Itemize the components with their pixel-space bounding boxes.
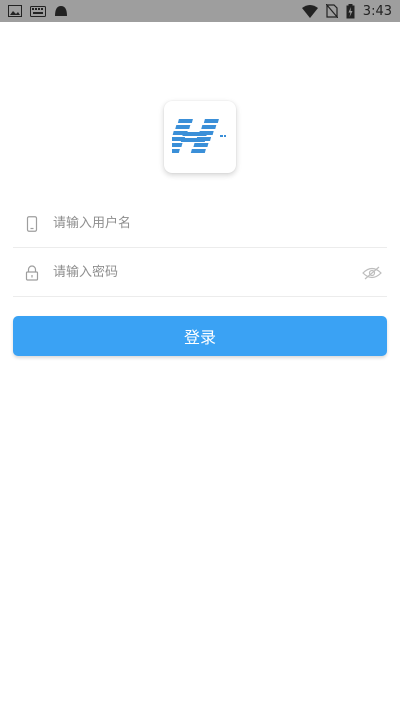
keyboard-icon — [30, 5, 46, 17]
password-row — [13, 249, 387, 297]
battery-charging-icon — [346, 3, 355, 19]
app-logo — [164, 101, 236, 173]
password-input[interactable] — [51, 257, 357, 288]
username-row — [13, 200, 387, 248]
status-bar: 3:43 — [0, 0, 400, 22]
username-input[interactable] — [51, 208, 387, 239]
wifi-icon — [301, 4, 318, 18]
android-icon — [54, 5, 68, 17]
phone-icon — [13, 215, 51, 232]
eye-off-icon[interactable] — [357, 266, 387, 280]
logo-h-icon — [172, 119, 226, 153]
no-sim-icon — [325, 4, 338, 18]
lock-icon — [13, 264, 51, 281]
login-button[interactable]: 登录 — [13, 316, 387, 356]
status-time: 3:43 — [362, 3, 392, 19]
image-icon — [8, 5, 22, 17]
